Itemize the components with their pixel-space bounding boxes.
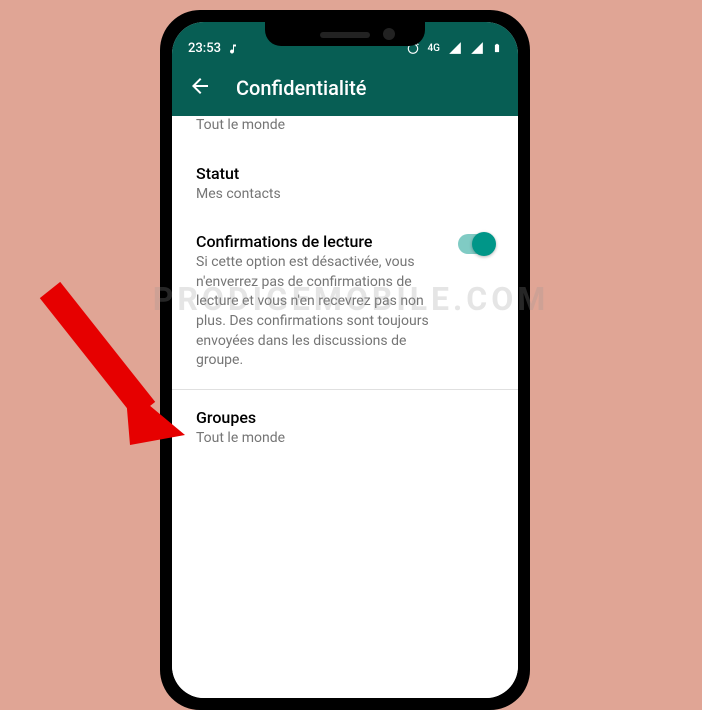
setting-item-read-receipts[interactable]: Confirmations de lecture Si cette option… xyxy=(172,218,518,385)
status-bar-right: 4G xyxy=(406,40,503,56)
status-time: 23:53 xyxy=(188,41,221,56)
phone-speaker xyxy=(320,32,370,38)
app-bar: Confidentialité xyxy=(172,60,518,116)
divider xyxy=(172,389,518,390)
read-receipts-toggle[interactable] xyxy=(458,234,494,254)
phone-notch xyxy=(265,22,425,46)
arrow-back-icon xyxy=(188,74,212,98)
setting-description: Si cette option est désactivée, vous n'e… xyxy=(196,253,446,371)
setting-item-groupes[interactable]: Groupes Tout le monde xyxy=(172,394,518,463)
back-button[interactable] xyxy=(188,74,212,102)
setting-subtitle: Tout le monde xyxy=(196,429,494,449)
setting-subtitle: Tout le monde xyxy=(196,116,494,136)
pointer-arrow xyxy=(30,270,190,450)
setting-item-partial[interactable]: Tout le monde xyxy=(172,116,518,150)
status-bar-left: 23:53 xyxy=(188,41,239,56)
phone-inner: 23:53 4G Confidentialité xyxy=(172,22,518,698)
signal-icon-2 xyxy=(470,41,484,55)
phone-screen: 23:53 4G Confidentialité xyxy=(172,22,518,698)
signal-icon-1 xyxy=(448,41,462,55)
settings-content[interactable]: Tout le monde Statut Mes contacts Confir… xyxy=(172,116,518,698)
setting-item-statut[interactable]: Statut Mes contacts xyxy=(172,150,518,219)
phone-camera xyxy=(383,28,395,40)
setting-subtitle: Mes contacts xyxy=(196,185,494,205)
setting-title: Confirmations de lecture xyxy=(196,232,446,251)
setting-title: Groupes xyxy=(196,408,494,427)
setting-title: Statut xyxy=(196,164,494,183)
phone-frame: 23:53 4G Confidentialité xyxy=(160,10,530,710)
network-label: 4G xyxy=(428,43,441,54)
battery-icon xyxy=(492,40,502,56)
music-icon xyxy=(227,43,239,55)
page-title: Confidentialité xyxy=(236,76,366,100)
